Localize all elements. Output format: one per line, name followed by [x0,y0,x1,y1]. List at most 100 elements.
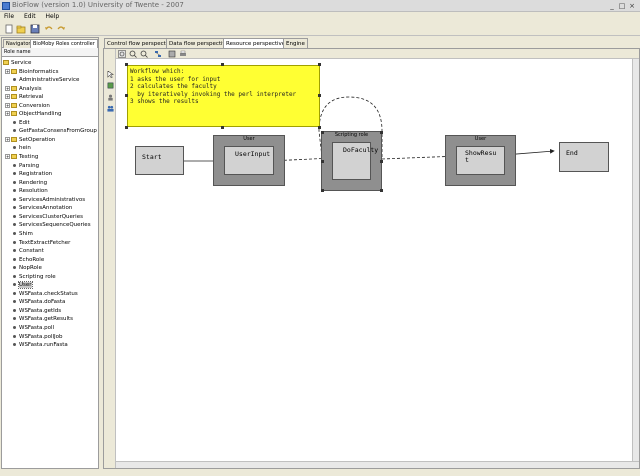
tree-item[interactable]: WSFasta.getResults [5,315,73,324]
new-file-icon[interactable] [4,24,14,34]
menu-edit[interactable]: Edit [20,12,40,21]
tab-navigator[interactable]: Navigator [3,39,34,48]
tree-item[interactable]: Rendering [5,179,47,188]
redo-icon[interactable] [56,24,66,34]
tree-item-label: User [18,281,33,290]
tree-item[interactable]: NopRole [5,264,42,273]
tree-item[interactable]: WSFasta.checkStatus [5,290,78,299]
role-leaf-icon [13,300,16,304]
expand-toggle-icon[interactable]: + [5,94,10,100]
note-resize-handle-bl[interactable] [125,126,128,129]
note-resize-handle-tc[interactable] [221,63,224,66]
tree-item[interactable]: Edit [5,119,30,128]
role-leaf-icon [13,120,16,124]
tree-item-label: SetOperation [19,136,56,143]
tree-item[interactable]: WSFasta.runFasta [5,341,68,350]
roles-panel: Navigator BioMoby Roles controller Role … [1,37,99,469]
tree-item[interactable]: + ObjectHandling [5,110,61,119]
menu-help[interactable]: Help [42,12,64,21]
tree-item-label: Bioinformatics [19,68,59,75]
expand-toggle-icon[interactable]: + [5,102,10,108]
role-resize-handle-tr[interactable] [380,131,383,134]
tree-item[interactable]: EchoRole [5,256,44,265]
note-resize-handle-mr[interactable] [318,94,321,97]
perspective-tabs: Control flow perspective Data flow persp… [103,37,640,48]
task-userinput[interactable]: UserInput [224,146,274,175]
tree-item[interactable]: + Bioinformatics [5,68,58,77]
role-leaf-icon [13,129,16,133]
role-resize-handle-ml[interactable] [321,160,324,163]
horizontal-scrollbar[interactable] [116,461,639,468]
tree-item[interactable]: + Retrieval [5,93,43,102]
tree-item[interactable]: Parsing [5,162,39,171]
save-icon[interactable] [30,24,40,34]
tab-resource[interactable]: Resource perspective [223,38,289,48]
tree-item[interactable]: Resolution [5,187,48,196]
expand-toggle-icon[interactable]: + [5,85,10,91]
tree-item[interactable]: hein [5,144,31,153]
tree-item[interactable]: ServicesClusterQueries [5,213,83,222]
role-leaf-icon [13,249,16,253]
role-resize-handle-mr[interactable] [380,160,383,163]
tree-item[interactable]: GetFastaConsensFromGroup [5,127,97,136]
window-title: BioFlow (version 1.0) University of Twen… [12,1,184,9]
tree-item[interactable]: WSFasta.pollJob [5,333,63,342]
tree-item[interactable]: ServicesAdministrativos [5,196,85,205]
tree-item[interactable]: ServicesAnnotation [5,204,72,213]
role-name-column-header[interactable]: Role name [2,48,98,57]
workflow-note[interactable]: Workflow which: 1 asks the user for inpu… [127,65,320,127]
start-node[interactable]: Start [135,146,184,175]
tree-item-label: TextExtractFetcher [19,239,71,246]
tree-item[interactable]: Shim [5,230,33,239]
vertical-scrollbar[interactable] [632,59,639,461]
role-user-1[interactable]: User UserInput [213,135,285,186]
tree-item[interactable]: WSFasta.getIds [5,307,61,316]
tree-item[interactable]: + Testing [5,153,38,162]
minimize-button[interactable]: _ [608,2,616,10]
tree-item[interactable]: Scripting role [5,273,56,282]
expand-toggle-icon[interactable]: + [5,136,10,142]
tree-item-label: Edit [19,119,30,126]
task-dofaculty[interactable]: DoFaculty [332,142,378,180]
tab-engine[interactable]: Engine [283,38,308,48]
tree-item[interactable]: WSFasta.doFasta [5,298,65,307]
tree-item[interactable]: Registration [5,170,52,179]
tree-root[interactable]: Service [3,59,31,68]
main-toolbar [0,22,640,36]
note-resize-handle-bc[interactable] [221,126,224,129]
role-scripting[interactable]: Scripting role DoFaculty [321,131,383,192]
open-folder-icon[interactable] [16,24,26,34]
tab-biomoby-roles[interactable]: BioMoby Roles controller [30,39,98,48]
tree-item[interactable]: TextExtractFetcher [5,239,70,248]
expand-toggle-icon[interactable]: + [5,154,10,159]
note-resize-handle-tr[interactable] [318,63,321,66]
end-node[interactable]: End [559,142,609,172]
expand-toggle-icon[interactable]: + [5,111,10,117]
tree-item[interactable]: + SetOperation [5,136,55,145]
undo-icon[interactable] [44,24,54,34]
tree-item[interactable]: Constant [5,247,44,256]
close-button[interactable]: × [628,2,636,10]
role-resize-handle-br[interactable] [380,189,383,192]
tree-item[interactable]: ServicesSequenceQueries [5,221,91,230]
tree-item[interactable]: + Conversion [5,102,50,111]
role-resize-handle-tl[interactable] [321,131,324,134]
maximize-button[interactable]: □ [618,2,626,10]
role-user-2[interactable]: User ShowResu t [445,135,516,186]
role-resize-handle-bl[interactable] [321,189,324,192]
note-resize-handle-ml[interactable] [125,94,128,97]
tree-item-label: Parsing [19,162,40,169]
tree-item[interactable]: WSFasta.poll [5,324,54,333]
note-resize-handle-tl[interactable] [125,63,128,66]
tree-item-label: WSFasta.pollJob [19,333,63,340]
menu-file[interactable]: File [0,12,18,21]
note-resize-handle-br[interactable] [318,126,321,129]
task-showresult[interactable]: ShowResu t [456,146,505,175]
expand-toggle-icon[interactable]: + [5,68,10,74]
tree-item-label: ServicesSequenceQueries [19,222,91,229]
role-leaf-icon [13,197,16,201]
tree-item[interactable]: User [5,281,33,290]
tree-item[interactable]: + Analysis [5,85,42,94]
tree-item[interactable]: AdministrativeService [5,76,79,85]
tree-item-label: ServicesAnnotation [19,205,73,212]
